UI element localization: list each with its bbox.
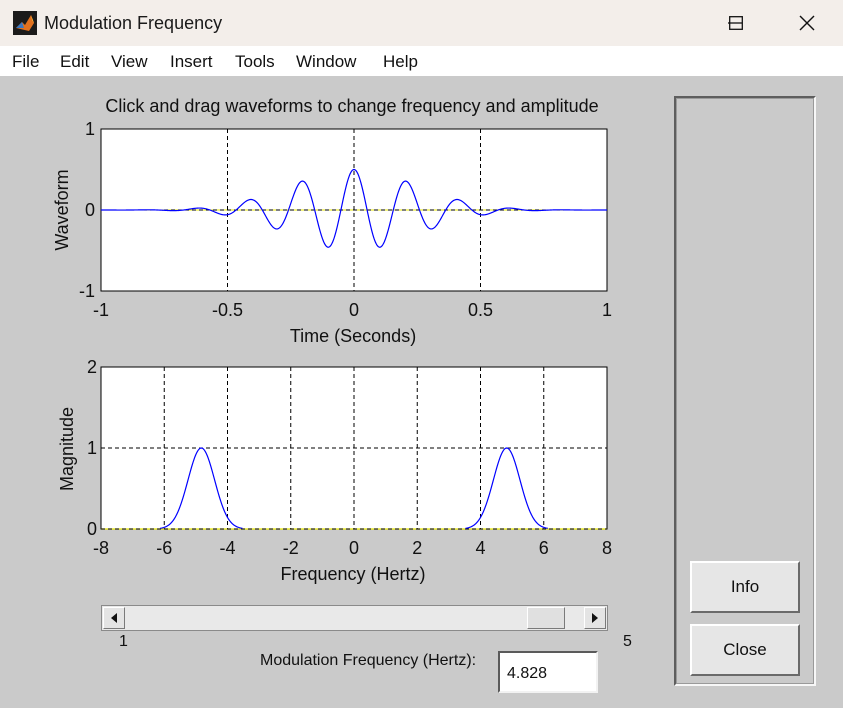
waveform-xlabel: Time (Seconds) [290, 326, 416, 346]
spectrum-axes[interactable]: -8 -6 -4 -2 0 2 4 6 8 2 1 0 Frequency (Hertz) Magni… [57, 357, 612, 584]
info-button[interactable]: Info [690, 561, 800, 613]
slider-min-label: 1 [119, 633, 128, 650]
maximize-btn[interactable] [702, 0, 770, 46]
waveform-ylabel: Waveform [52, 169, 72, 250]
waveform-xtick-label: -0.5 [212, 300, 243, 320]
spectrum-ytick-label: 1 [87, 438, 97, 458]
spectrum-xtick-label: 6 [539, 538, 549, 558]
waveform-xtick-label: 1 [602, 300, 612, 320]
arrow-right-icon [592, 613, 598, 623]
spectrum-xtick-label: -8 [93, 538, 109, 558]
app-window: Modulation Frequency File Edit View Inse… [0, 0, 843, 708]
frequency-slider[interactable] [101, 605, 608, 631]
menu-view[interactable]: View [111, 52, 148, 72]
spectrum-ylabel: Magnitude [57, 407, 77, 491]
slider-max-label: 5 [623, 633, 632, 650]
waveform-ytick-label: 1 [85, 119, 95, 139]
spectrum-xtick-label: -6 [156, 538, 172, 558]
spectrum-xtick-label: -4 [219, 538, 235, 558]
slider-right-button[interactable] [584, 607, 606, 629]
menu-insert[interactable]: Insert [170, 52, 213, 72]
spectrum-xtick-label: 4 [475, 538, 485, 558]
spectrum-xtick-label: -2 [283, 538, 299, 558]
close-button[interactable]: Close [690, 624, 800, 676]
waveform-axes[interactable]: -1 -0.5 0 0.5 1 1 0 -1 Time (Seconds) Waveform [52, 119, 612, 346]
menu-tools[interactable]: Tools [235, 52, 275, 72]
menu-edit[interactable]: Edit [60, 52, 89, 72]
maximize-icon [729, 16, 743, 30]
close-window-button[interactable] [773, 0, 841, 46]
window-title: Modulation Frequency [44, 13, 223, 33]
spectrum-xtick-label: 2 [412, 538, 422, 558]
frequency-input[interactable] [498, 651, 598, 693]
spectrum-xtick-label: 0 [349, 538, 359, 558]
frequency-field-label: Modulation Frequency (Hertz): [260, 652, 477, 669]
waveform-xtick-label: 0 [349, 300, 359, 320]
spectrum-xtick-label: 8 [602, 538, 612, 558]
matlab-logo-icon [13, 11, 37, 35]
menu-bar: File Edit View Insert Tools Window Help [0, 46, 843, 76]
instruction-text: Click and drag waveforms to change frequ… [105, 96, 598, 116]
spectrum-ytick-label: 2 [87, 357, 97, 377]
menu-file[interactable]: File [12, 52, 39, 72]
waveform-ytick-label: 0 [85, 200, 95, 220]
waveform-xtick-label: -1 [93, 300, 109, 320]
slider-left-button[interactable] [103, 607, 125, 629]
menu-help[interactable]: Help [383, 52, 418, 72]
slider-thumb[interactable] [526, 607, 565, 629]
spectrum-ytick-label: 0 [87, 519, 97, 539]
waveform-ytick-label: -1 [79, 281, 95, 301]
spectrum-xlabel: Frequency (Hertz) [280, 564, 425, 584]
arrow-left-icon [111, 613, 117, 623]
menu-window[interactable]: Window [296, 52, 356, 72]
title-bar[interactable]: Modulation Frequency [0, 0, 843, 46]
close-icon [799, 15, 815, 31]
waveform-xtick-label: 0.5 [468, 300, 493, 320]
